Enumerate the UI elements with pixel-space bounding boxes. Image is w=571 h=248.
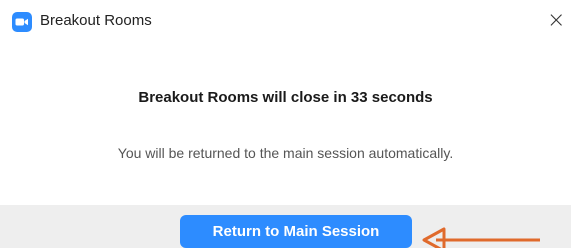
return-to-main-session-button[interactable]: Return to Main Session — [180, 215, 412, 248]
zoom-camera-icon — [12, 12, 32, 32]
breakout-rooms-dialog: Breakout Rooms × Breakout Rooms will clo… — [0, 0, 571, 248]
arrow-left-icon — [422, 227, 540, 248]
close-icon[interactable]: × — [547, 7, 571, 35]
return-notice: You will be returned to the main session… — [117, 145, 454, 161]
countdown-message: Breakout Rooms will close in 33 seconds — [138, 89, 433, 106]
window-title: Breakout Rooms — [40, 12, 152, 29]
title-bar: Breakout Rooms × — [0, 0, 571, 44]
